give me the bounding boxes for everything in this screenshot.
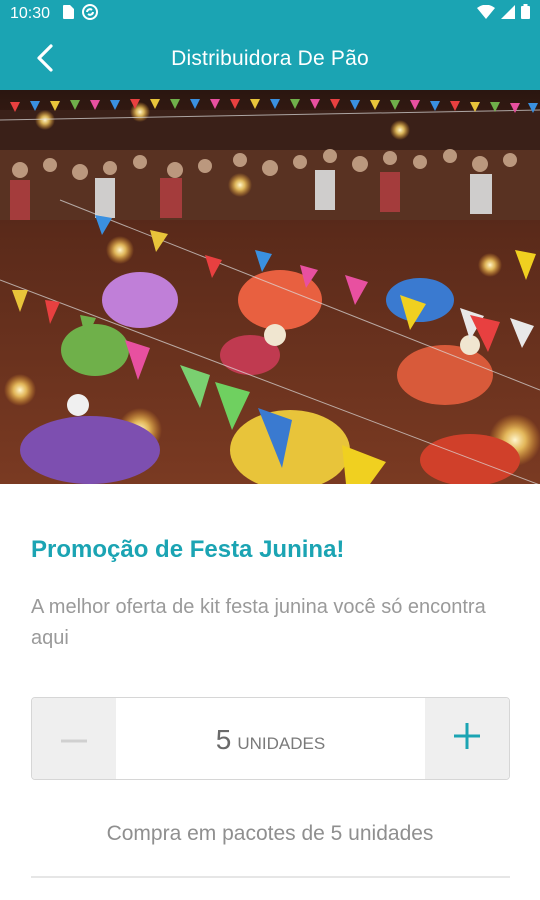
festa-junina-photo bbox=[0, 90, 540, 484]
sd-card-icon bbox=[62, 4, 75, 24]
wifi-icon bbox=[477, 4, 495, 24]
back-arrow-icon bbox=[35, 43, 55, 78]
status-time: 10:30 bbox=[10, 5, 51, 22]
quantity-display: 5 UNIDADES bbox=[116, 698, 425, 779]
app-bar: Distribuidora De Pão bbox=[0, 28, 540, 90]
promo-title: Promoção de Festa Junina! bbox=[31, 536, 345, 563]
divider bbox=[31, 876, 510, 878]
unit-label: UNIDADES bbox=[237, 734, 326, 753]
promo-card: Promoção de Festa Junina! A melhor ofert… bbox=[0, 484, 540, 900]
decrement-button[interactable] bbox=[32, 698, 116, 779]
promo-image bbox=[0, 90, 540, 484]
status-bar: 10:30 bbox=[0, 0, 540, 28]
increment-button[interactable] bbox=[425, 698, 509, 779]
signal-icon bbox=[501, 4, 515, 24]
minus-icon bbox=[61, 730, 87, 748]
quantity-value: 5 bbox=[215, 724, 232, 755]
battery-icon bbox=[521, 4, 530, 24]
pack-note: Compra em pacotes de 5 unidades bbox=[106, 822, 434, 845]
sync-icon bbox=[82, 3, 99, 25]
back-button[interactable] bbox=[22, 40, 68, 80]
page-title: Distribuidora De Pão bbox=[171, 47, 369, 70]
promo-description: A melhor oferta de kit festa junina você… bbox=[31, 596, 486, 649]
plus-icon bbox=[454, 723, 480, 754]
quantity-stepper: 5 UNIDADES bbox=[31, 697, 510, 780]
